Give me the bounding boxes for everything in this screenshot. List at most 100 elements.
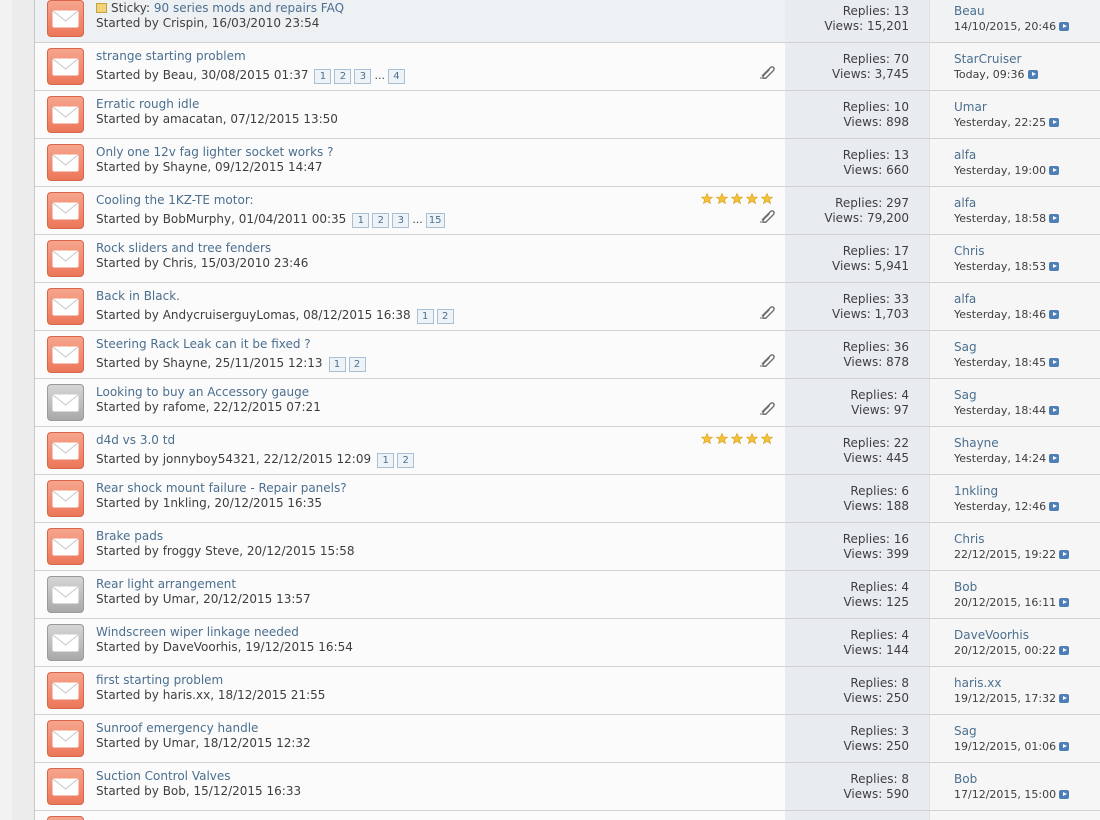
replies-value: 13 xyxy=(893,148,909,162)
thread-start-date: 20/12/2015 16:35 xyxy=(214,496,322,510)
thread-title-link[interactable]: Rear light arrangement xyxy=(96,577,236,591)
last-post-user[interactable]: Beau xyxy=(954,4,985,19)
last-post-user[interactable]: haris.xx xyxy=(954,676,1002,691)
page-link[interactable]: 1 xyxy=(328,357,346,372)
go-to-last-post-icon[interactable] xyxy=(1049,310,1060,319)
thread-author[interactable]: Crispin xyxy=(163,16,204,30)
go-to-last-post-icon[interactable] xyxy=(1059,598,1070,607)
replies-label: Replies: xyxy=(850,580,898,594)
replies-label: Replies: xyxy=(842,436,890,450)
thread-author[interactable]: froggy Steve xyxy=(163,544,240,558)
thread-stats-cell: Replies: 8 Views: 590 xyxy=(785,763,929,810)
last-post-user[interactable]: Sag xyxy=(954,340,977,355)
last-post-user[interactable]: Sag xyxy=(954,724,977,739)
thread-title-link[interactable]: Rear shock mount failure - Repair panels… xyxy=(96,481,347,495)
thread-title-link[interactable]: Looking to buy an Accessory gauge xyxy=(96,385,309,399)
page-link[interactable]: 2 xyxy=(348,357,366,372)
thread-author[interactable]: Umar xyxy=(163,736,196,750)
thread-title-link[interactable]: d4d vs 3.0 td xyxy=(96,433,175,447)
page-link[interactable]: 1 xyxy=(377,453,395,468)
thread-author[interactable]: rafome xyxy=(163,400,206,414)
page-link[interactable]: 2 xyxy=(334,69,352,84)
thread-author[interactable]: DaveVoorhis xyxy=(163,640,238,654)
last-post-user[interactable]: Bob xyxy=(954,772,977,787)
thread-author[interactable]: jonnyboy54321 xyxy=(163,452,256,466)
go-to-last-post-icon[interactable] xyxy=(1059,742,1070,751)
thread-title-link[interactable]: Cooling the 1KZ-TE motor: xyxy=(96,193,254,207)
go-to-last-post-icon[interactable] xyxy=(1049,502,1060,511)
last-post-user[interactable]: Bob xyxy=(954,580,977,595)
go-to-last-post-icon[interactable] xyxy=(1059,646,1070,655)
thread-title-link[interactable]: Suction Control Valves xyxy=(96,769,231,783)
go-to-last-post-icon[interactable] xyxy=(1059,790,1070,799)
go-to-last-post-icon[interactable] xyxy=(1049,406,1060,415)
views-label: Views: xyxy=(843,643,883,657)
last-post-user[interactable]: Chris xyxy=(954,244,985,259)
thread-status-envelope-icon xyxy=(47,672,84,709)
last-post-user[interactable]: alfa xyxy=(954,292,976,307)
go-to-last-post-icon[interactable] xyxy=(1049,454,1060,463)
thread-author[interactable]: Shayne xyxy=(163,160,208,174)
thread-title-link[interactable]: 90 series mods and repairs FAQ xyxy=(154,1,344,15)
page-link[interactable]: 1 xyxy=(352,213,370,228)
go-to-last-post-icon[interactable] xyxy=(1059,550,1070,559)
last-post-user[interactable]: StarCruiser xyxy=(954,52,1021,67)
last-post-user[interactable]: DaveVoorhis xyxy=(954,628,1029,643)
thread-author[interactable]: 1nkling xyxy=(163,496,207,510)
thread-author[interactable]: Shayne xyxy=(163,356,208,370)
page-link[interactable]: 3 xyxy=(354,69,372,84)
thread-author[interactable]: BobMurphy xyxy=(163,212,231,226)
go-to-last-post-icon[interactable] xyxy=(1049,214,1060,223)
thread-title-link[interactable]: Only one 12v fag lighter socket works ? xyxy=(96,145,333,159)
page-link[interactable]: 1 xyxy=(416,309,434,324)
go-to-last-post-icon[interactable] xyxy=(1059,694,1070,703)
last-post-user[interactable]: 1nkling xyxy=(954,484,998,499)
last-post-user[interactable]: alfa xyxy=(954,196,976,211)
thread-title-link[interactable]: Sunroof emergency handle xyxy=(96,721,258,735)
last-post-user[interactable]: Sag xyxy=(954,388,977,403)
last-post-user[interactable]: Shayne xyxy=(954,436,999,451)
thread-author[interactable]: Beau xyxy=(163,68,194,82)
thread-title-link[interactable]: Steering Rack Leak can it be fixed ? xyxy=(96,337,311,351)
page-link[interactable]: 2 xyxy=(372,213,390,228)
go-to-last-post-icon[interactable] xyxy=(1049,118,1060,127)
thread-status-envelope-icon xyxy=(47,576,84,613)
page-link[interactable]: 15 xyxy=(425,213,445,228)
last-post-date: 20/12/2015, 00:22 xyxy=(954,644,1057,657)
thread-status-envelope-icon xyxy=(47,288,84,325)
last-post-user[interactable]: alfa xyxy=(954,148,976,163)
page-link[interactable]: 4 xyxy=(387,69,405,84)
thread-author[interactable]: amacatan xyxy=(163,112,223,126)
go-to-last-post-icon[interactable] xyxy=(1027,70,1038,79)
thread-title-link[interactable]: strange starting problem xyxy=(96,49,246,63)
last-post-user[interactable]: Umar xyxy=(954,100,987,115)
thread-title-link[interactable]: Windscreen wiper linkage needed xyxy=(96,625,299,639)
thread-title-link[interactable]: first starting problem xyxy=(96,673,223,687)
last-post-user[interactable]: Chris xyxy=(954,532,985,547)
page-link[interactable]: 3 xyxy=(392,213,410,228)
thread-author[interactable]: AndycruiserguyLomas xyxy=(163,308,296,322)
thread-title-link[interactable]: Rock sliders and tree fenders xyxy=(96,241,271,255)
page-link[interactable]: 1 xyxy=(314,69,332,84)
replies-value: 16 xyxy=(893,532,909,546)
thread-stats-cell: Replies: 22 Views: 445 xyxy=(785,427,929,474)
thread-row: d4d vs 3.0 td Started by jonnyboy54321, 2… xyxy=(35,427,1100,475)
thread-title-link[interactable]: Erratic rough idle xyxy=(96,97,199,111)
thread-start-date: 15/12/2015 16:33 xyxy=(193,784,302,798)
started-by-label: Started by xyxy=(96,592,159,606)
thread-author[interactable]: Chris xyxy=(163,256,194,270)
page-link[interactable]: 2 xyxy=(397,453,415,468)
thread-title-link[interactable]: Back in Black. xyxy=(96,289,180,303)
go-to-last-post-icon[interactable] xyxy=(1049,262,1060,271)
thread-author[interactable]: haris.xx xyxy=(163,688,211,702)
go-to-last-post-icon[interactable] xyxy=(1059,22,1070,31)
page-link[interactable]: 2 xyxy=(436,309,454,324)
go-to-last-post-icon[interactable] xyxy=(1049,166,1060,175)
thread-author[interactable]: Bob xyxy=(163,784,186,798)
go-to-last-post-icon[interactable] xyxy=(1049,358,1060,367)
thread-main-cell: Rear light arrangement Started by Umar, 2… xyxy=(35,571,784,618)
last-post-cell: haris.xx 19/12/2015, 17:32 xyxy=(929,667,1100,714)
thread-author[interactable]: Umar xyxy=(163,592,196,606)
thread-title-link[interactable]: Brake pads xyxy=(96,529,163,543)
thread-author-line: Started by Umar, 18/12/2015 12:32 xyxy=(96,736,311,750)
